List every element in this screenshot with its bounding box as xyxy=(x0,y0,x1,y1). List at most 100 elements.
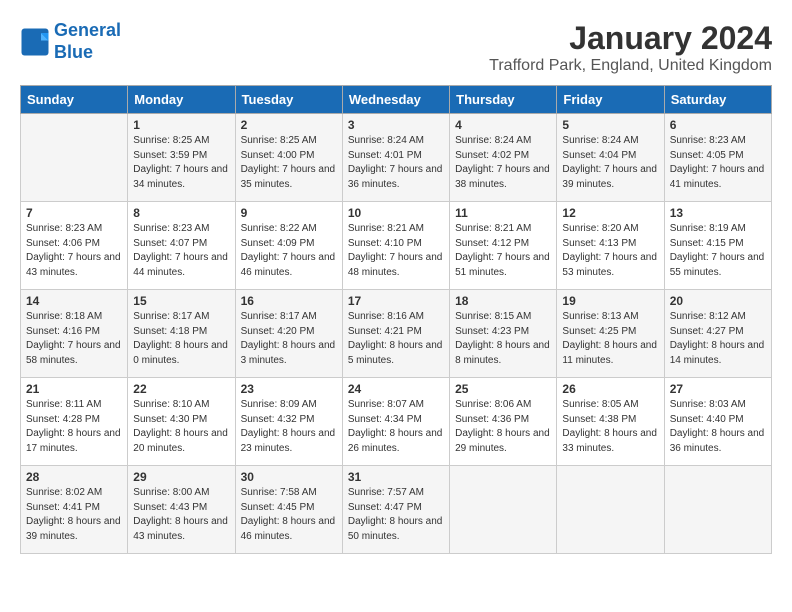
cell-w1-d4: 11 Sunrise: 8:21 AMSunset: 4:12 PMDaylig… xyxy=(450,202,557,290)
week-row-0: 1 Sunrise: 8:25 AMSunset: 3:59 PMDayligh… xyxy=(21,114,772,202)
day-number: 31 xyxy=(348,470,444,484)
day-info: Sunrise: 8:22 AMSunset: 4:09 PMDaylight:… xyxy=(241,222,337,280)
cell-w2-d6: 20 Sunrise: 8:12 AMSunset: 4:27 PMDaylig… xyxy=(664,290,771,378)
day-info: Sunrise: 8:20 AMSunset: 4:13 PMDaylight:… xyxy=(562,222,658,280)
day-number: 4 xyxy=(455,118,551,132)
cell-w0-d2: 2 Sunrise: 8:25 AMSunset: 4:00 PMDayligh… xyxy=(235,114,342,202)
cell-w3-d6: 27 Sunrise: 8:03 AMSunset: 4:40 PMDaylig… xyxy=(664,378,771,466)
day-number: 26 xyxy=(562,382,658,396)
day-info: Sunrise: 8:24 AMSunset: 4:01 PMDaylight:… xyxy=(348,134,444,192)
logo-text: General Blue xyxy=(54,20,121,63)
cell-w2-d3: 17 Sunrise: 8:16 AMSunset: 4:21 PMDaylig… xyxy=(342,290,449,378)
page-header: General Blue January 2024 Trafford Park,… xyxy=(20,20,772,75)
cell-w0-d4: 4 Sunrise: 8:24 AMSunset: 4:02 PMDayligh… xyxy=(450,114,557,202)
day-info: Sunrise: 8:21 AMSunset: 4:12 PMDaylight:… xyxy=(455,222,551,280)
day-number: 7 xyxy=(26,206,122,220)
header-thursday: Thursday xyxy=(450,86,557,114)
day-info: Sunrise: 8:23 AMSunset: 4:07 PMDaylight:… xyxy=(133,222,229,280)
day-number: 14 xyxy=(26,294,122,308)
cell-w4-d2: 30 Sunrise: 7:58 AMSunset: 4:45 PMDaylig… xyxy=(235,466,342,554)
day-info: Sunrise: 8:21 AMSunset: 4:10 PMDaylight:… xyxy=(348,222,444,280)
title-block: January 2024 Trafford Park, England, Uni… xyxy=(489,20,772,75)
day-info: Sunrise: 8:05 AMSunset: 4:38 PMDaylight:… xyxy=(562,398,658,456)
day-info: Sunrise: 8:07 AMSunset: 4:34 PMDaylight:… xyxy=(348,398,444,456)
week-row-3: 21 Sunrise: 8:11 AMSunset: 4:28 PMDaylig… xyxy=(21,378,772,466)
day-number: 28 xyxy=(26,470,122,484)
day-number: 23 xyxy=(241,382,337,396)
logo-line2: Blue xyxy=(54,42,93,62)
day-number: 20 xyxy=(670,294,766,308)
day-info: Sunrise: 8:17 AMSunset: 4:20 PMDaylight:… xyxy=(241,310,337,368)
day-number: 15 xyxy=(133,294,229,308)
day-info: Sunrise: 8:00 AMSunset: 4:43 PMDaylight:… xyxy=(133,486,229,544)
day-number: 11 xyxy=(455,206,551,220)
cell-w1-d0: 7 Sunrise: 8:23 AMSunset: 4:06 PMDayligh… xyxy=(21,202,128,290)
day-info: Sunrise: 8:17 AMSunset: 4:18 PMDaylight:… xyxy=(133,310,229,368)
calendar-subtitle: Trafford Park, England, United Kingdom xyxy=(489,57,772,75)
day-info: Sunrise: 8:09 AMSunset: 4:32 PMDaylight:… xyxy=(241,398,337,456)
cell-w2-d5: 19 Sunrise: 8:13 AMSunset: 4:25 PMDaylig… xyxy=(557,290,664,378)
cell-w1-d6: 13 Sunrise: 8:19 AMSunset: 4:15 PMDaylig… xyxy=(664,202,771,290)
header-wednesday: Wednesday xyxy=(342,86,449,114)
day-info: Sunrise: 8:24 AMSunset: 4:02 PMDaylight:… xyxy=(455,134,551,192)
day-number: 17 xyxy=(348,294,444,308)
day-number: 2 xyxy=(241,118,337,132)
cell-w0-d3: 3 Sunrise: 8:24 AMSunset: 4:01 PMDayligh… xyxy=(342,114,449,202)
cell-w0-d1: 1 Sunrise: 8:25 AMSunset: 3:59 PMDayligh… xyxy=(128,114,235,202)
day-number: 27 xyxy=(670,382,766,396)
header-friday: Friday xyxy=(557,86,664,114)
day-number: 29 xyxy=(133,470,229,484)
cell-w2-d2: 16 Sunrise: 8:17 AMSunset: 4:20 PMDaylig… xyxy=(235,290,342,378)
cell-w3-d5: 26 Sunrise: 8:05 AMSunset: 4:38 PMDaylig… xyxy=(557,378,664,466)
cell-w2-d4: 18 Sunrise: 8:15 AMSunset: 4:23 PMDaylig… xyxy=(450,290,557,378)
day-number: 18 xyxy=(455,294,551,308)
calendar-title: January 2024 xyxy=(489,20,772,57)
day-info: Sunrise: 8:18 AMSunset: 4:16 PMDaylight:… xyxy=(26,310,122,368)
cell-w3-d4: 25 Sunrise: 8:06 AMSunset: 4:36 PMDaylig… xyxy=(450,378,557,466)
cell-w3-d0: 21 Sunrise: 8:11 AMSunset: 4:28 PMDaylig… xyxy=(21,378,128,466)
day-info: Sunrise: 8:13 AMSunset: 4:25 PMDaylight:… xyxy=(562,310,658,368)
logo-line1: General xyxy=(54,20,121,40)
day-number: 6 xyxy=(670,118,766,132)
day-number: 9 xyxy=(241,206,337,220)
day-info: Sunrise: 8:23 AMSunset: 4:05 PMDaylight:… xyxy=(670,134,766,192)
calendar-body: 1 Sunrise: 8:25 AMSunset: 3:59 PMDayligh… xyxy=(21,114,772,554)
cell-w4-d6 xyxy=(664,466,771,554)
header-saturday: Saturday xyxy=(664,86,771,114)
logo: General Blue xyxy=(20,20,121,63)
cell-w4-d5 xyxy=(557,466,664,554)
day-number: 8 xyxy=(133,206,229,220)
day-info: Sunrise: 8:25 AMSunset: 3:59 PMDaylight:… xyxy=(133,134,229,192)
cell-w2-d1: 15 Sunrise: 8:17 AMSunset: 4:18 PMDaylig… xyxy=(128,290,235,378)
cell-w0-d0 xyxy=(21,114,128,202)
week-row-1: 7 Sunrise: 8:23 AMSunset: 4:06 PMDayligh… xyxy=(21,202,772,290)
day-info: Sunrise: 8:23 AMSunset: 4:06 PMDaylight:… xyxy=(26,222,122,280)
cell-w3-d2: 23 Sunrise: 8:09 AMSunset: 4:32 PMDaylig… xyxy=(235,378,342,466)
day-info: Sunrise: 7:58 AMSunset: 4:45 PMDaylight:… xyxy=(241,486,337,544)
day-info: Sunrise: 8:10 AMSunset: 4:30 PMDaylight:… xyxy=(133,398,229,456)
cell-w1-d5: 12 Sunrise: 8:20 AMSunset: 4:13 PMDaylig… xyxy=(557,202,664,290)
header-monday: Monday xyxy=(128,86,235,114)
cell-w2-d0: 14 Sunrise: 8:18 AMSunset: 4:16 PMDaylig… xyxy=(21,290,128,378)
cell-w0-d5: 5 Sunrise: 8:24 AMSunset: 4:04 PMDayligh… xyxy=(557,114,664,202)
day-number: 22 xyxy=(133,382,229,396)
day-info: Sunrise: 8:02 AMSunset: 4:41 PMDaylight:… xyxy=(26,486,122,544)
day-info: Sunrise: 8:19 AMSunset: 4:15 PMDaylight:… xyxy=(670,222,766,280)
day-number: 13 xyxy=(670,206,766,220)
header-sunday: Sunday xyxy=(21,86,128,114)
header-row: Sunday Monday Tuesday Wednesday Thursday… xyxy=(21,86,772,114)
day-info: Sunrise: 7:57 AMSunset: 4:47 PMDaylight:… xyxy=(348,486,444,544)
cell-w1-d1: 8 Sunrise: 8:23 AMSunset: 4:07 PMDayligh… xyxy=(128,202,235,290)
logo-icon xyxy=(20,27,50,57)
day-number: 30 xyxy=(241,470,337,484)
day-number: 21 xyxy=(26,382,122,396)
header-tuesday: Tuesday xyxy=(235,86,342,114)
cell-w3-d3: 24 Sunrise: 8:07 AMSunset: 4:34 PMDaylig… xyxy=(342,378,449,466)
cell-w0-d6: 6 Sunrise: 8:23 AMSunset: 4:05 PMDayligh… xyxy=(664,114,771,202)
day-number: 12 xyxy=(562,206,658,220)
day-info: Sunrise: 8:16 AMSunset: 4:21 PMDaylight:… xyxy=(348,310,444,368)
day-number: 25 xyxy=(455,382,551,396)
day-number: 5 xyxy=(562,118,658,132)
day-info: Sunrise: 8:25 AMSunset: 4:00 PMDaylight:… xyxy=(241,134,337,192)
cell-w1-d2: 9 Sunrise: 8:22 AMSunset: 4:09 PMDayligh… xyxy=(235,202,342,290)
